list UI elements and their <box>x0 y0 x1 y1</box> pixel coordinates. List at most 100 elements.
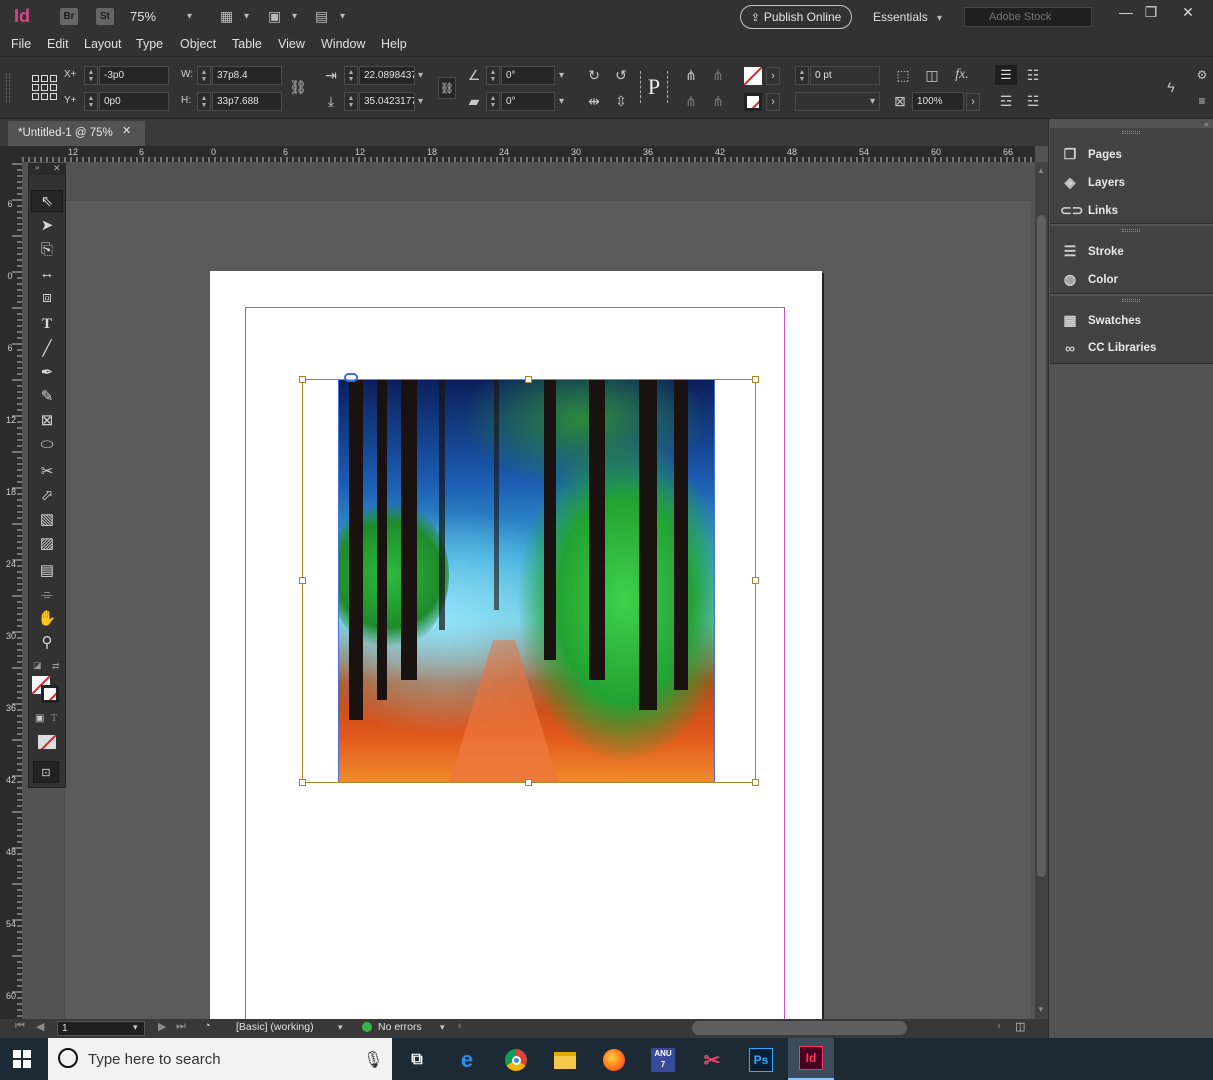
zoom-tool-icon[interactable]: ⚲ <box>31 631 63 653</box>
microphone-icon[interactable]: 🎙 <box>363 1050 383 1070</box>
note-tool-icon[interactable]: ▤ <box>31 559 63 581</box>
select-next-icon[interactable]: ⋔ <box>708 91 728 111</box>
content-collector-tool-icon[interactable]: ⧈ <box>31 286 63 308</box>
panel-links[interactable]: ⊂⊃ Links <box>1060 202 1118 219</box>
rotation-angle-field[interactable] <box>501 66 555 85</box>
zoom-level[interactable]: 75% <box>130 9 156 24</box>
h-stepper[interactable]: ▲ ▼ <box>197 92 211 111</box>
horizontal-ruler[interactable]: 12 6 0 6 12 18 24 30 36 42 48 54 60 66 <box>22 146 1035 162</box>
pen-tool-icon[interactable]: ✒ <box>31 361 63 383</box>
panel-grip[interactable] <box>1122 229 1140 232</box>
type-tool-icon[interactable]: T <box>31 313 63 335</box>
photoshop-icon[interactable]: Ps <box>741 1043 781 1077</box>
next-page-icon[interactable]: ▶ <box>158 1020 166 1033</box>
close-tab-icon[interactable]: ✕ <box>122 124 131 137</box>
preflight-dropdown-icon[interactable]: ▾ <box>440 1022 445 1033</box>
fill-swatch[interactable] <box>742 65 764 87</box>
scroll-left-icon[interactable]: ‹ <box>458 1020 462 1032</box>
align-top-icon[interactable]: ☰ <box>995 65 1017 85</box>
select-content-icon[interactable]: ⋔ <box>681 91 701 111</box>
scale-y-dropdown-icon[interactable]: ▾ <box>418 96 423 107</box>
panel-color[interactable]: ◍ Color <box>1060 271 1118 288</box>
scale-x-dropdown-icon[interactable]: ▾ <box>418 70 423 81</box>
split-layout-icon[interactable]: ◫ <box>1015 1020 1025 1033</box>
stroke-menu-arrow-icon[interactable]: › <box>766 93 780 111</box>
close-window-icon[interactable]: ✕ <box>1172 3 1204 21</box>
menu-edit[interactable]: Edit <box>47 37 69 51</box>
last-page-icon[interactable]: ⏭ <box>176 1020 186 1033</box>
file-explorer-icon[interactable] <box>545 1043 585 1077</box>
view-options-dropdown-icon[interactable]: ▾ <box>244 11 249 22</box>
tools-panel-header[interactable]: » ✕ <box>28 163 66 175</box>
panel-stroke[interactable]: ☰ Stroke <box>1060 243 1124 260</box>
stroke-weight-field[interactable] <box>810 66 880 85</box>
scissors-tool-icon[interactable]: ✂ <box>31 460 63 482</box>
workspace-switcher[interactable]: Essentials ▾ <box>873 10 942 24</box>
stock-button[interactable]: St <box>96 8 114 25</box>
arrange-documents-icon[interactable]: ▤ <box>315 8 328 25</box>
rotation-dropdown-icon[interactable]: ▾ <box>559 70 564 81</box>
shear-angle-field[interactable] <box>501 92 555 111</box>
scale-x-stepper[interactable]: ▲ ▼ <box>344 66 358 85</box>
scroll-down-icon[interactable]: ▼ <box>1037 1005 1045 1014</box>
select-container-icon[interactable]: ⋔ <box>681 65 701 85</box>
gradient-swatch-tool-icon[interactable]: ▧ <box>31 508 63 530</box>
formatting-text-icon[interactable]: T <box>51 713 57 724</box>
snipping-tool-icon[interactable]: ✂ <box>692 1043 732 1077</box>
w-stepper[interactable]: ▲ ▼ <box>197 66 211 85</box>
frame-handle-middle-left[interactable] <box>299 577 306 584</box>
frame-handle-middle-right[interactable] <box>752 577 759 584</box>
default-fill-stroke-icon[interactable]: ◪ <box>33 660 42 671</box>
settings-gear-icon[interactable]: ⚙ <box>1192 65 1212 85</box>
page-dropdown-icon[interactable]: ▾ <box>133 1022 138 1033</box>
preflight-profile[interactable]: [Basic] (working) <box>236 1021 314 1033</box>
rotate-counterclockwise-icon[interactable]: ↺ <box>611 65 631 85</box>
align-bottom-icon[interactable]: ☲ <box>996 91 1016 111</box>
frame-handle-bottom-center[interactable] <box>525 779 532 786</box>
gradient-feather-tool-icon[interactable]: ▨ <box>31 532 63 554</box>
task-view-icon[interactable]: ⧉ <box>397 1043 437 1077</box>
shear-stepper[interactable]: ▲ ▼ <box>486 92 500 111</box>
type-on-path-indicator[interactable]: P <box>640 71 668 103</box>
selection-tool-icon[interactable]: ⇖ <box>31 190 63 212</box>
menu-type[interactable]: Type <box>136 37 163 51</box>
y-position-field[interactable] <box>99 92 169 111</box>
first-page-icon[interactable]: ⏮ <box>15 1020 25 1033</box>
flip-vertical-icon[interactable]: ⇳ <box>611 91 631 111</box>
frame-handle-top-left[interactable] <box>299 376 306 383</box>
bridge-button[interactable]: Br <box>60 8 78 25</box>
windows-start-icon[interactable] <box>13 1050 31 1068</box>
direct-selection-tool-icon[interactable]: ➤ <box>31 214 63 236</box>
line-tool-icon[interactable]: ╱ <box>31 337 63 359</box>
fit-frame-icon[interactable]: ⬚ <box>893 65 913 85</box>
panel-cc-libraries[interactable]: ∞ CC Libraries <box>1060 340 1156 356</box>
drop-shadow-icon[interactable]: ◫ <box>922 65 942 85</box>
edge-icon[interactable]: e <box>447 1043 487 1077</box>
rotate-clockwise-icon[interactable]: ↻ <box>584 65 604 85</box>
taskbar-search-box[interactable]: Type here to search <box>48 1038 392 1080</box>
panel-pages[interactable]: ❐ Pages <box>1060 146 1122 163</box>
restore-icon[interactable]: ❐ <box>1135 3 1167 21</box>
frame-handle-bottom-right[interactable] <box>752 779 759 786</box>
menu-view[interactable]: View <box>278 37 305 51</box>
swap-fill-stroke-icon[interactable]: ⇄ <box>52 661 60 672</box>
adobe-stock-search-input[interactable] <box>964 7 1092 27</box>
vertical-scroll-thumb[interactable] <box>1037 215 1046 877</box>
panel-grip[interactable] <box>1122 299 1140 302</box>
eyedropper-tool-icon[interactable]: ⌯ <box>31 583 63 605</box>
select-previous-icon[interactable]: ⋔ <box>708 65 728 85</box>
panel-grip[interactable] <box>1122 131 1140 134</box>
x-stepper[interactable]: ▲ ▼ <box>84 66 98 85</box>
opacity-arrow-icon[interactable]: › <box>966 93 980 111</box>
screen-mode-icon[interactable]: ▣ <box>268 8 281 25</box>
scroll-up-icon[interactable]: ▲ <box>1037 166 1045 175</box>
screen-mode-dropdown-icon[interactable]: ▾ <box>292 11 297 22</box>
menu-table[interactable]: Table <box>232 37 262 51</box>
menu-window[interactable]: Window <box>321 37 365 51</box>
formatting-container-icon[interactable]: ▣ <box>35 713 44 724</box>
scroll-right-icon[interactable]: › <box>997 1020 1001 1032</box>
effects-icon[interactable]: fx. <box>952 65 972 85</box>
menu-layout[interactable]: Layout <box>84 37 122 51</box>
constrain-proportions-icon[interactable]: ⛓ <box>288 77 308 97</box>
arrange-dropdown-icon[interactable]: ▾ <box>340 11 345 22</box>
